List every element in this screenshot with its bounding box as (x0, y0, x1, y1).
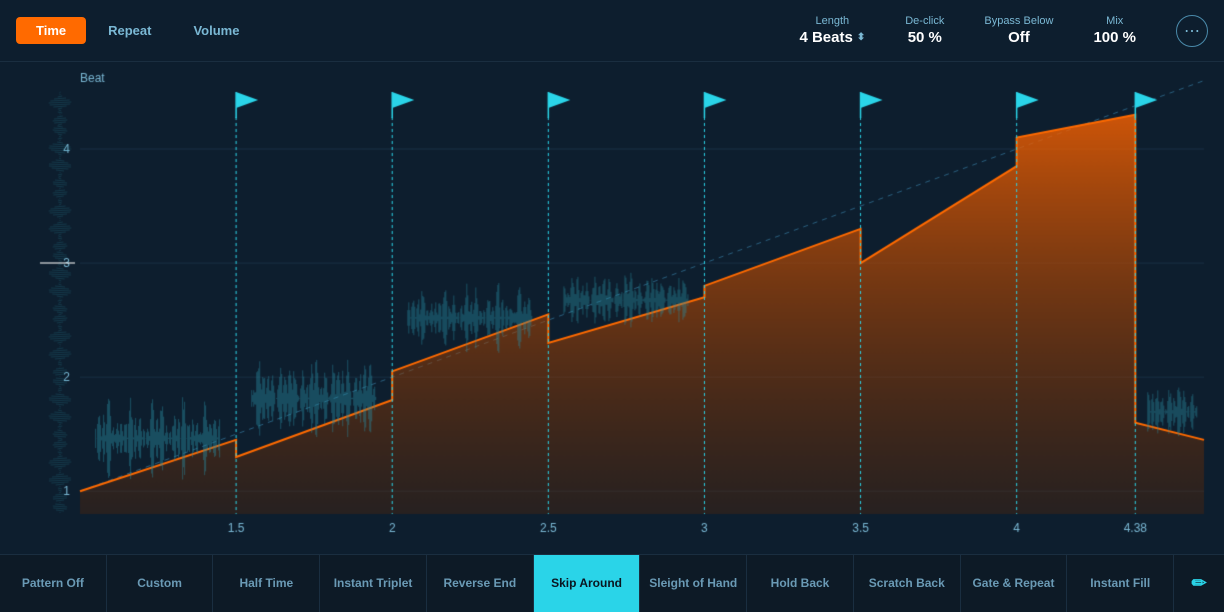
tab-pencil[interactable]: ✏ (1174, 555, 1224, 612)
declick-control: De-click 50 % (905, 15, 944, 46)
pencil-icon: ✏ (1192, 572, 1207, 595)
tab-sleight-of-hand[interactable]: Sleight of Hand (640, 555, 747, 612)
bypass-value[interactable]: Off (1008, 29, 1030, 46)
tab-repeat[interactable]: Repeat (88, 17, 171, 44)
tab-custom[interactable]: Custom (107, 555, 214, 612)
bottom-bar: Pattern Off Custom Half Time Instant Tri… (0, 554, 1224, 612)
main-chart-area (0, 62, 1224, 554)
header: Time Repeat Volume Length 4 Beats ⬍ De-c… (0, 0, 1224, 62)
tab-group: Time Repeat Volume (16, 17, 259, 44)
tab-volume[interactable]: Volume (173, 17, 259, 44)
tab-hold-back[interactable]: Hold Back (747, 555, 854, 612)
mix-control: Mix 100 % (1093, 15, 1136, 46)
declick-label: De-click (905, 15, 944, 27)
length-value[interactable]: 4 Beats ⬍ (799, 29, 865, 46)
tab-instant-fill[interactable]: Instant Fill (1067, 555, 1174, 612)
bypass-control: Bypass Below Off (984, 15, 1053, 46)
length-control: Length 4 Beats ⬍ (799, 15, 865, 46)
chart-canvas[interactable] (0, 62, 1224, 554)
bypass-label: Bypass Below (984, 15, 1053, 27)
tab-pattern-off[interactable]: Pattern Off (0, 555, 107, 612)
tab-half-time[interactable]: Half Time (213, 555, 320, 612)
tab-reverse-end[interactable]: Reverse End (427, 555, 534, 612)
tab-gate-repeat[interactable]: Gate & Repeat (961, 555, 1068, 612)
tab-skip-around[interactable]: Skip Around (534, 555, 641, 612)
declick-value[interactable]: 50 % (908, 29, 942, 46)
tab-time[interactable]: Time (16, 17, 86, 44)
mix-value[interactable]: 100 % (1093, 29, 1136, 46)
header-controls: Length 4 Beats ⬍ De-click 50 % Bypass Be… (799, 15, 1208, 47)
tab-instant-triplet[interactable]: Instant Triplet (320, 555, 427, 612)
more-button[interactable]: ⋯ (1176, 15, 1208, 47)
length-label: Length (816, 15, 850, 27)
tab-scratch-back[interactable]: Scratch Back (854, 555, 961, 612)
length-arrow: ⬍ (857, 32, 865, 43)
mix-label: Mix (1106, 15, 1123, 27)
